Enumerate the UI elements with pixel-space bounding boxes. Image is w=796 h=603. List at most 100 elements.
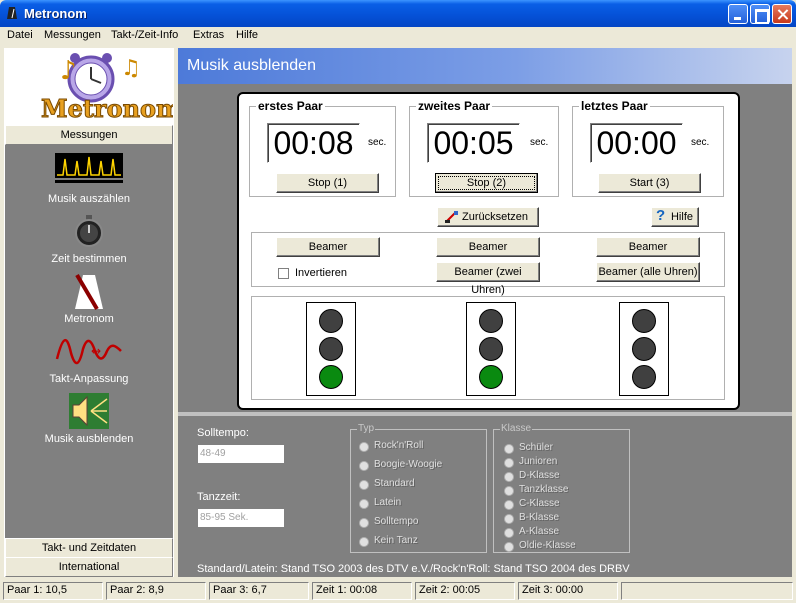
timer-group-second: zweites Paar 00:05 sec. Stop (2) <box>409 99 559 197</box>
beamer-two-clocks-button[interactable]: Beamer (zwei Uhren) <box>436 262 540 296</box>
status-zeit-3: Zeit 3: 00:00 <box>518 582 618 600</box>
dance-info-section: Solltempo: 48-49 Tanzzeit: 85-95 Sek. Ty… <box>178 412 792 577</box>
regulation-footnote: Standard/Latein: Stand TSO 2003 des DTV … <box>197 563 630 575</box>
typ-radio[interactable] <box>359 480 369 490</box>
page-title: Musik ausblenden <box>187 57 316 74</box>
status-empty <box>621 582 793 600</box>
typ-radio[interactable] <box>359 518 369 528</box>
lamp-green <box>319 365 343 389</box>
menu-datei[interactable]: Datei <box>7 29 33 41</box>
timer-panel: erstes Paar 00:08 sec. Stop (1) zweites … <box>237 92 740 410</box>
main-area: Musik ausblenden erstes Paar 00:08 sec. … <box>178 48 792 577</box>
close-button[interactable] <box>772 4 792 24</box>
status-zeit-2: Zeit 2: 00:05 <box>415 582 515 600</box>
beamer-group: Beamer Beamer Beamer Invertieren Beamer … <box>251 232 725 296</box>
klasse-groupbox: Klasse Schüler Junioren D-Klasse Tanzkla… <box>493 423 630 553</box>
menu-messungen[interactable]: Messungen <box>44 29 101 41</box>
lamp-red <box>319 309 343 333</box>
app-logo: ♪ ♫ Metronom 2.2 <box>5 49 232 125</box>
help-icon: ? <box>656 207 666 224</box>
metronome-app-icon <box>7 7 17 19</box>
reset-button[interactable]: Zurücksetzen <box>437 207 539 227</box>
typ-radio[interactable] <box>359 461 369 471</box>
solltempo-field[interactable]: 48-49 <box>197 444 285 464</box>
solltempo-label: Solltempo: <box>197 427 249 439</box>
stop-button-2[interactable]: Stop (2) <box>435 173 538 193</box>
typ-radio[interactable] <box>359 499 369 509</box>
typ-groupbox: Typ Rock'n'Roll Boogie-Woogie Standard L… <box>350 423 487 553</box>
help-button[interactable]: ? Hilfe <box>651 207 699 227</box>
svg-text:↔: ↔ <box>91 344 101 358</box>
menu-bar: Datei Messungen Takt-/Zeit-Info Extras H… <box>0 27 796 45</box>
klasse-radio[interactable] <box>504 514 514 524</box>
sidebar-button-international[interactable]: International <box>5 557 173 577</box>
klasse-radio[interactable] <box>504 486 514 496</box>
title-bar[interactable]: Metronom <box>0 0 796 27</box>
stop-button-1[interactable]: Stop (1) <box>276 173 379 193</box>
section-header-messungen[interactable]: Messungen <box>5 125 173 145</box>
timer-display-second: 00:05 <box>427 123 520 163</box>
speaker-fade-icon <box>69 393 109 429</box>
klasse-radio[interactable] <box>504 444 514 454</box>
menu-hilfe[interactable]: Hilfe <box>236 29 258 41</box>
sidebar: ♪ ♫ Metronom 2.2 Messungen Musik auszähl… <box>4 48 232 577</box>
lamp-green <box>632 365 656 389</box>
beamer-button-3[interactable]: Beamer <box>596 237 700 257</box>
sidebar-item-musik-auszaehlen[interactable]: Musik auszählen <box>5 153 173 209</box>
tanzzeit-label: Tanzzeit: <box>197 491 241 503</box>
invert-label: Invertieren <box>295 267 347 279</box>
klasse-radio[interactable] <box>504 528 514 538</box>
beamer-button-2[interactable]: Beamer <box>436 237 540 257</box>
svg-text:♪: ♪ <box>60 56 77 86</box>
lamp-yellow <box>479 337 503 361</box>
window-title: Metronom <box>24 6 87 21</box>
app-window: Metronom Datei Messungen Takt-/Zeit-Info… <box>0 0 796 603</box>
maximize-button[interactable] <box>750 4 770 24</box>
lamp-yellow <box>319 337 343 361</box>
waveform-icon <box>55 153 123 183</box>
svg-text:♫: ♫ <box>121 56 141 81</box>
wave-adjust-icon: ↔ <box>55 339 122 365</box>
traffic-light-first <box>306 302 356 396</box>
lamp-green <box>479 365 503 389</box>
lamp-yellow <box>632 337 656 361</box>
typ-radio[interactable] <box>359 442 369 452</box>
klasse-radio[interactable] <box>504 472 514 482</box>
tanzzeit-field[interactable]: 85-95 Sek. <box>197 508 285 528</box>
status-zeit-1: Zeit 1: 00:08 <box>312 582 412 600</box>
eraser-icon <box>445 211 458 223</box>
metronome-icon <box>75 273 103 311</box>
menu-takt-zeit-info[interactable]: Takt-/Zeit-Info <box>111 29 178 41</box>
sidebar-button-takt-zeitdaten[interactable]: Takt- und Zeitdaten <box>5 538 173 558</box>
start-button-3[interactable]: Start (3) <box>598 173 701 193</box>
timer-group-first: erstes Paar 00:08 sec. Stop (1) <box>249 99 396 197</box>
sidebar-item-takt-anpassung[interactable]: ↔ Takt-Anpassung <box>5 333 173 389</box>
timer-group-last: letztes Paar 00:00 sec. Start (3) <box>572 99 724 197</box>
klasse-radio[interactable] <box>504 458 514 468</box>
klasse-radio[interactable] <box>504 500 514 510</box>
lamp-red <box>479 309 503 333</box>
sidebar-item-musik-ausblenden[interactable]: Musik ausblenden <box>5 393 173 449</box>
status-bar: Paar 1: 10,5 Paar 2: 8,9 Paar 3: 6,7 Zei… <box>0 580 796 603</box>
traffic-light-second <box>466 302 516 396</box>
typ-radio[interactable] <box>359 537 369 547</box>
minimize-button[interactable] <box>728 4 748 24</box>
logo-text: Metronom 2.2 <box>41 94 173 123</box>
invert-checkbox[interactable] <box>278 268 289 279</box>
status-paar-2: Paar 2: 8,9 <box>106 582 206 600</box>
timer-display-last: 00:00 <box>590 123 683 163</box>
sidebar-item-zeit-bestimmen[interactable]: Zeit bestimmen <box>5 213 173 269</box>
sidebar-item-metronom[interactable]: Metronom <box>5 273 173 329</box>
klasse-radio[interactable] <box>504 542 514 552</box>
beamer-button-1[interactable]: Beamer <box>276 237 380 257</box>
page-header: Musik ausblenden <box>178 48 792 84</box>
lamp-red <box>632 309 656 333</box>
beamer-all-clocks-button[interactable]: Beamer (alle Uhren) <box>596 262 700 282</box>
traffic-light-last <box>619 302 669 396</box>
logo-image: ♪ ♫ Metronom 2.2 <box>41 53 232 124</box>
status-paar-3: Paar 3: 6,7 <box>209 582 309 600</box>
timer-display-first: 00:08 <box>267 123 360 163</box>
menu-extras[interactable]: Extras <box>193 29 224 41</box>
status-paar-1: Paar 1: 10,5 <box>3 582 103 600</box>
traffic-light-group <box>251 296 725 400</box>
